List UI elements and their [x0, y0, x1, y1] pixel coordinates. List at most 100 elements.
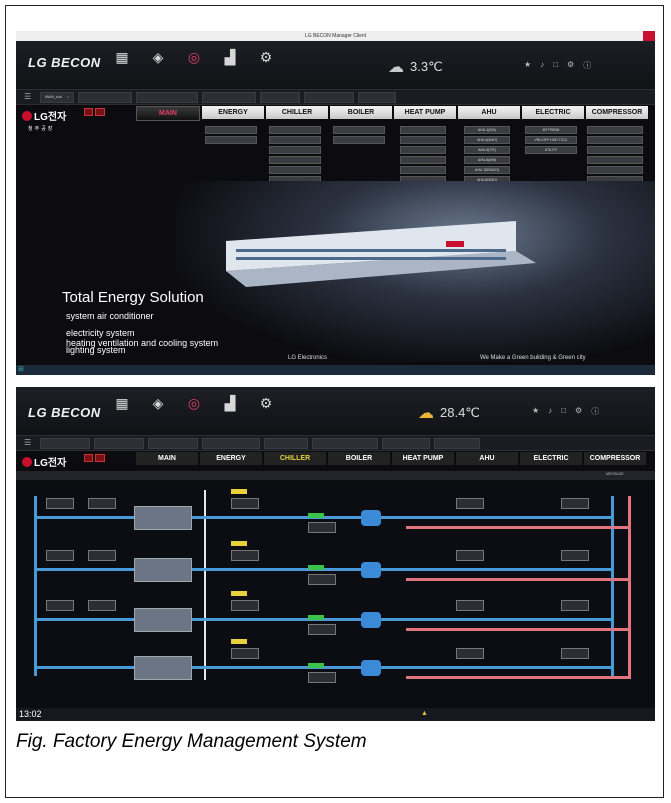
tab-2[interactable]: [77, 92, 132, 103]
submenu-ahu-item[interactable]: AHU-1(S/A): [464, 126, 510, 134]
menu-icon[interactable]: ☰: [24, 92, 31, 101]
nav-energy[interactable]: ◎: [176, 395, 212, 411]
favorite-icon[interactable]: ★: [532, 406, 539, 417]
minimize-button[interactable]: [619, 31, 631, 41]
cat-energy[interactable]: ENERGY: [200, 452, 262, 465]
tab-6[interactable]: [312, 438, 378, 449]
menu-icon[interactable]: ☰: [24, 438, 31, 447]
nav-dashboard[interactable]: ▦: [104, 395, 140, 411]
tab-8[interactable]: [434, 438, 480, 449]
submenu-item[interactable]: [205, 136, 257, 144]
cat-ahu[interactable]: AHU: [458, 106, 520, 119]
maximize-button[interactable]: [631, 31, 643, 41]
submenu-ahu-item[interactable]: AHU-6(AHI): [464, 156, 510, 164]
tab-7[interactable]: [382, 438, 430, 449]
chiller-unit[interactable]: [134, 506, 192, 530]
cat-compressor[interactable]: COMPRESSOR: [584, 452, 646, 465]
sensor-tag[interactable]: [308, 522, 336, 533]
warning-icon[interactable]: ▲: [421, 710, 428, 717]
window-icon[interactable]: □: [561, 406, 566, 417]
tab-7[interactable]: [357, 92, 396, 103]
nav-settings[interactable]: ⚙: [248, 49, 284, 65]
sensor-tag[interactable]: [46, 550, 74, 561]
close-button[interactable]: [643, 31, 655, 41]
nav-settings[interactable]: ⚙: [248, 395, 284, 411]
submenu-item[interactable]: [587, 156, 643, 164]
tab-3[interactable]: [135, 92, 198, 103]
tab-4[interactable]: [201, 92, 256, 103]
sensor-tag[interactable]: [561, 600, 589, 611]
sensor-tag[interactable]: [46, 600, 74, 611]
sensor-tag[interactable]: [308, 574, 336, 585]
sensor-tag[interactable]: [561, 498, 589, 509]
submenu-item[interactable]: [269, 166, 321, 174]
sensor-tag[interactable]: [456, 550, 484, 561]
sensor-tag[interactable]: [88, 550, 116, 561]
cat-compressor[interactable]: COMPRESSOR: [586, 106, 648, 119]
cat-chiller[interactable]: CHILLER: [264, 452, 326, 465]
sensor-tag[interactable]: [308, 672, 336, 683]
tab-1[interactable]: [40, 438, 90, 449]
alarm-badge[interactable]: [95, 454, 105, 462]
tab-5[interactable]: [264, 438, 308, 449]
tab-4[interactable]: [202, 438, 260, 449]
submenu-ahu-item[interactable]: AHU-4(AHO): [464, 136, 510, 144]
cat-chiller[interactable]: CHILLER: [266, 106, 328, 119]
subtab-message[interactable]: MESSAGE: [606, 472, 624, 476]
submenu-electric-item[interactable]: MT PRIDM: [525, 126, 577, 134]
cat-boiler[interactable]: BOILER: [328, 452, 390, 465]
submenu-item[interactable]: [333, 126, 385, 134]
tab-main[interactable]: MAIN_sub ×: [40, 92, 74, 103]
nav-equipment[interactable]: ◈: [140, 395, 176, 411]
submenu-item[interactable]: [400, 156, 446, 164]
submenu-item[interactable]: [400, 146, 446, 154]
sensor-tag[interactable]: [456, 600, 484, 611]
submenu-item[interactable]: [269, 136, 321, 144]
cat-electric[interactable]: ELECTRIC: [520, 452, 582, 465]
sensor-tag[interactable]: [561, 648, 589, 659]
info-icon[interactable]: ⓘ: [583, 60, 591, 71]
submenu-ahu-item[interactable]: AHU-7(IR/ACO): [464, 166, 510, 174]
settings-icon[interactable]: ⚙: [567, 60, 574, 71]
submenu-item[interactable]: [587, 146, 643, 154]
alarm-icon[interactable]: ♪: [548, 406, 552, 417]
tab-6[interactable]: [303, 92, 354, 103]
pump-icon[interactable]: [361, 510, 381, 526]
submenu-electric-item[interactable]: UTILITY: [525, 146, 577, 154]
nav-energy[interactable]: ◎: [176, 49, 212, 65]
alarm-badge[interactable]: [95, 108, 105, 116]
nav-equipment[interactable]: ◈: [140, 49, 176, 65]
tab-2[interactable]: [94, 438, 144, 449]
window-icon[interactable]: □: [553, 60, 558, 71]
sensor-tag[interactable]: [231, 648, 259, 659]
submenu-item[interactable]: [587, 126, 643, 134]
nav-analysis[interactable]: ▟: [212, 49, 248, 65]
cat-ahu[interactable]: AHU: [456, 452, 518, 465]
chiller-unit[interactable]: [134, 608, 192, 632]
cat-boiler[interactable]: BOILER: [330, 106, 392, 119]
sensor-tag[interactable]: [88, 600, 116, 611]
cat-main[interactable]: MAIN: [136, 106, 200, 121]
sensor-tag[interactable]: [46, 498, 74, 509]
start-icon[interactable]: ⊞: [18, 366, 26, 374]
settings-icon[interactable]: ⚙: [575, 406, 582, 417]
submenu-electric-item[interactable]: VRU OFF HGD TCCL: [525, 136, 577, 144]
sensor-tag[interactable]: [456, 498, 484, 509]
alarm-badge[interactable]: [84, 108, 94, 116]
favorite-icon[interactable]: ★: [524, 60, 531, 71]
submenu-item[interactable]: [587, 166, 643, 174]
submenu-item[interactable]: [269, 156, 321, 164]
tab-5[interactable]: [259, 92, 300, 103]
cat-heat-pump[interactable]: HEAT PUMP: [392, 452, 454, 465]
nav-analysis[interactable]: ▟: [212, 395, 248, 411]
tab-3[interactable]: [148, 438, 198, 449]
close-icon[interactable]: ×: [67, 95, 69, 99]
submenu-ahu-item[interactable]: AHU-5(T.R): [464, 146, 510, 154]
info-icon[interactable]: ⓘ: [591, 406, 599, 417]
submenu-item[interactable]: [400, 136, 446, 144]
submenu-item[interactable]: [400, 126, 446, 134]
submenu-item[interactable]: [269, 146, 321, 154]
submenu-item[interactable]: [333, 136, 385, 144]
sensor-tag[interactable]: [231, 550, 259, 561]
sensor-tag[interactable]: [561, 550, 589, 561]
